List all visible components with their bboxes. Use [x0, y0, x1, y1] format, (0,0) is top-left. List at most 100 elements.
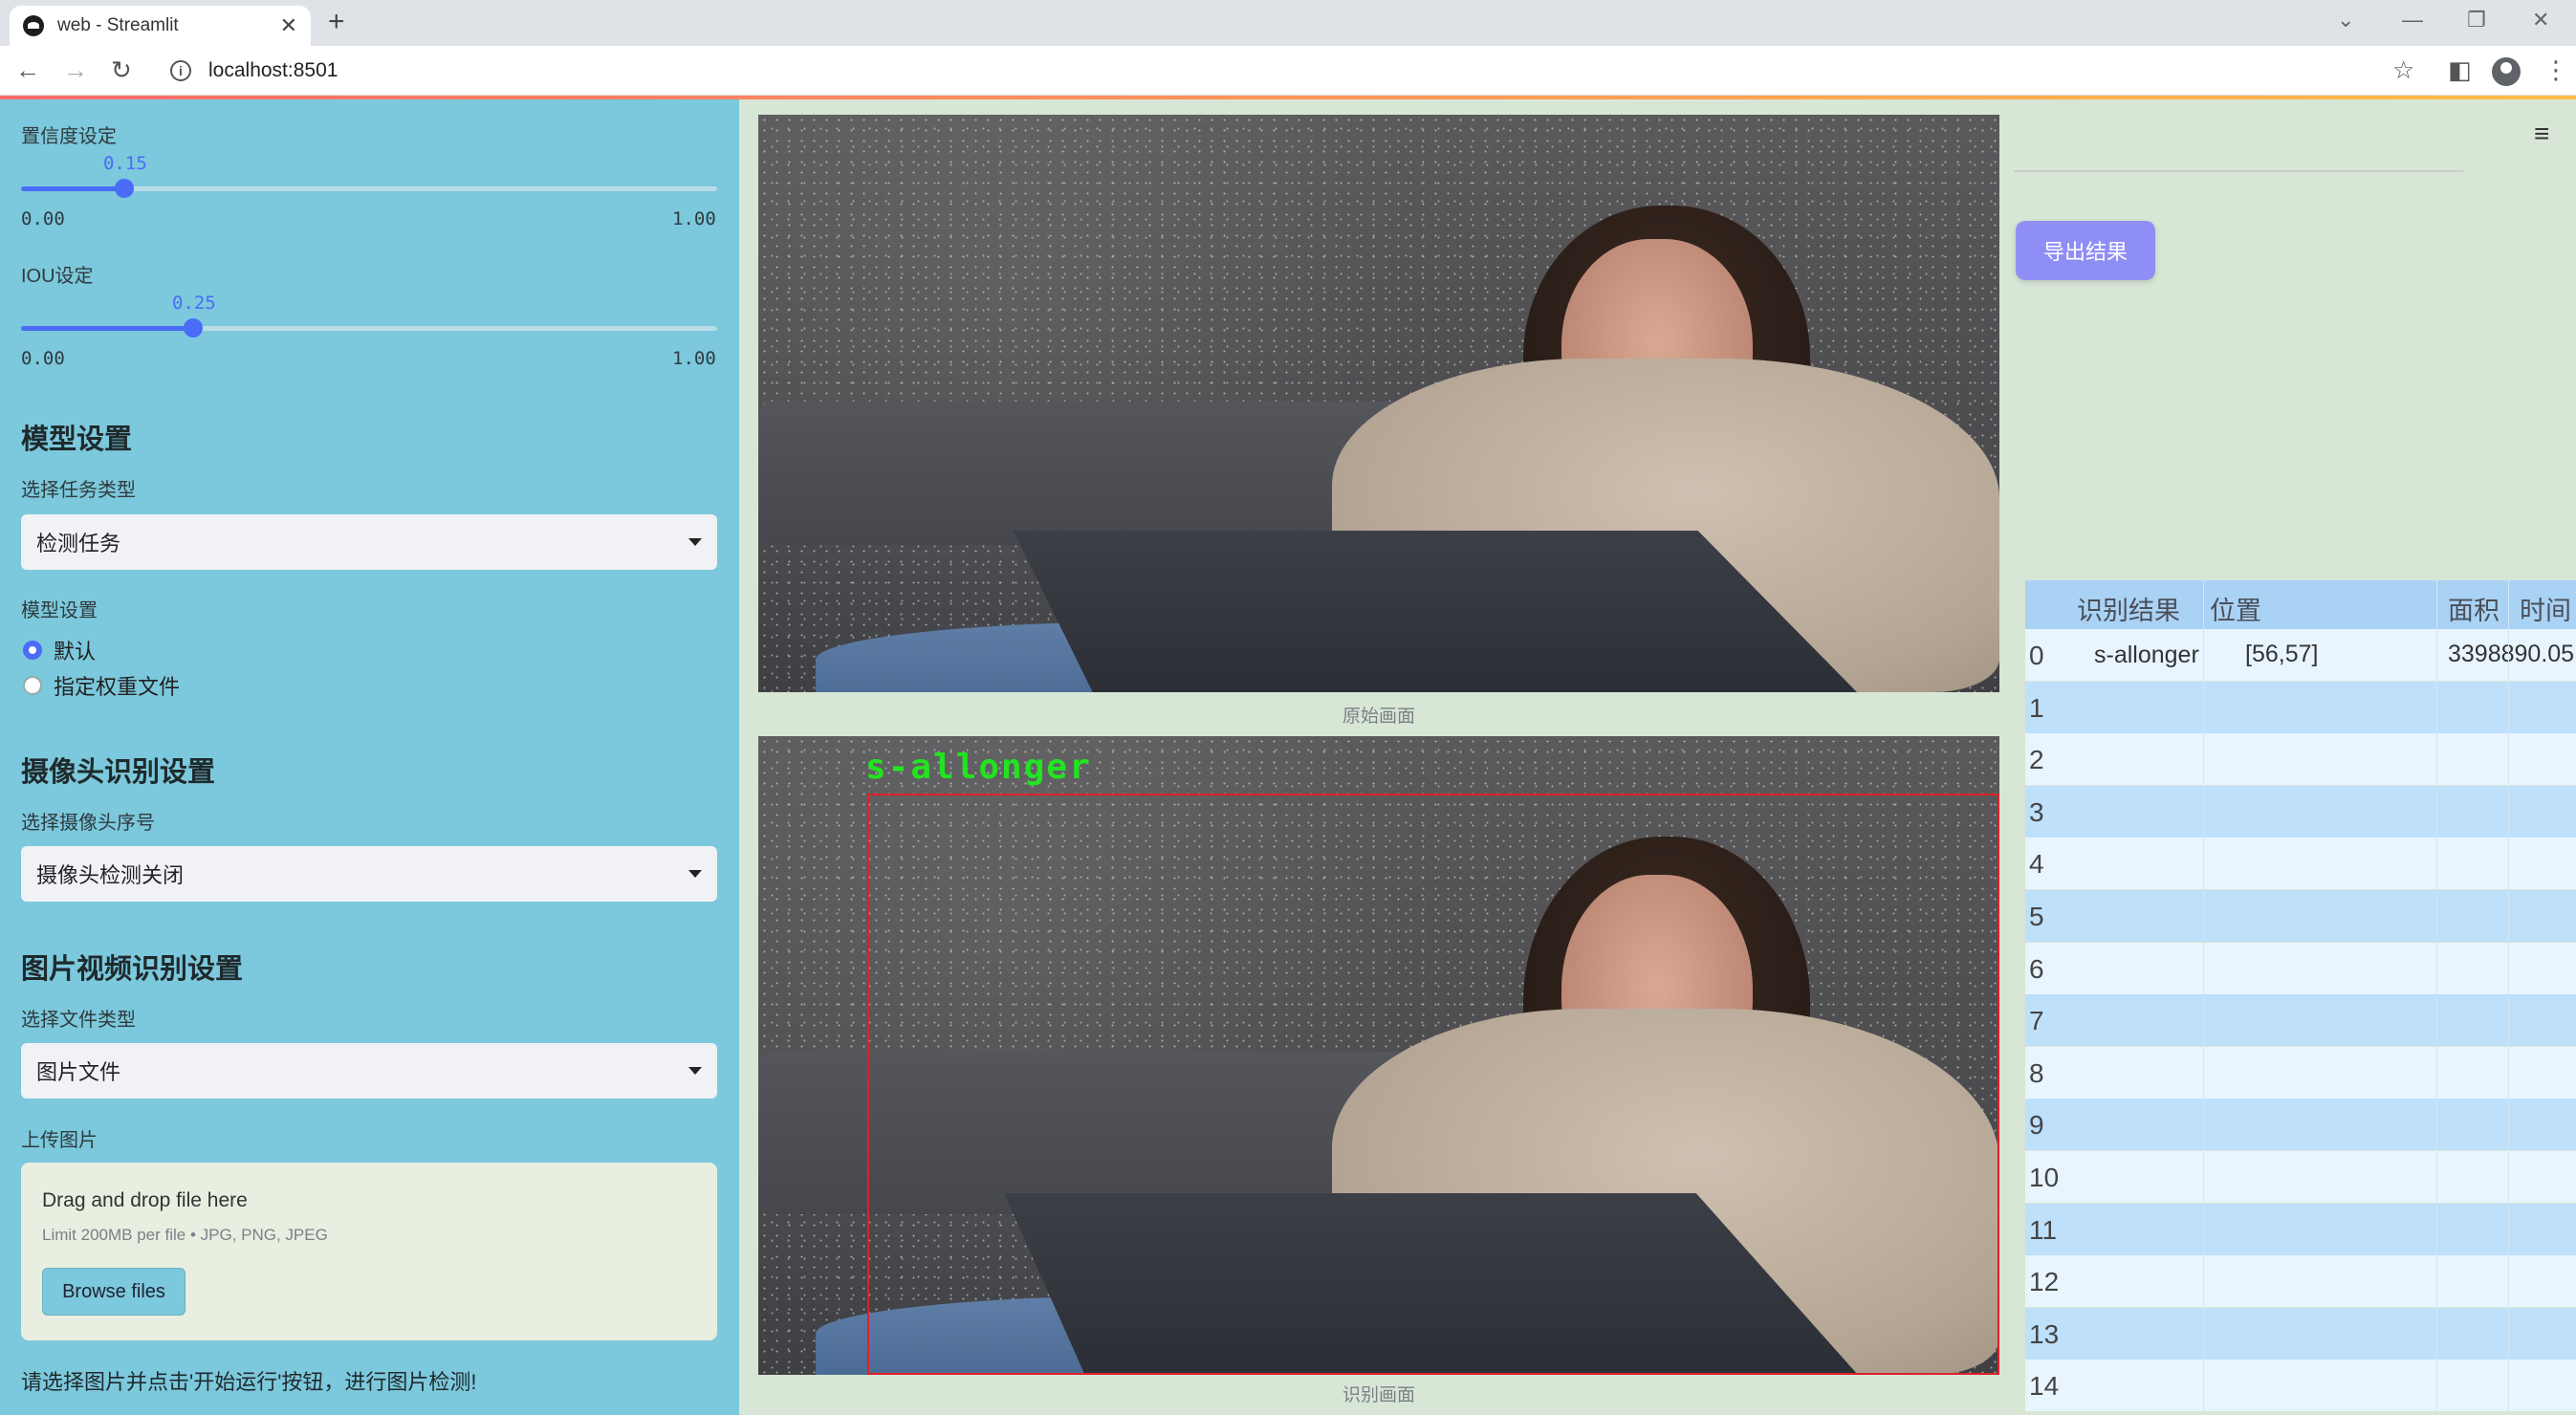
table-row[interactable]: 7: [2025, 994, 2576, 1047]
chevron-down-icon: [688, 870, 702, 878]
iou-slider[interactable]: [21, 318, 717, 337]
iou-slider-thumb[interactable]: [184, 318, 203, 337]
row-index: 2: [2029, 745, 2044, 775]
table-row[interactable]: 1: [2025, 681, 2576, 733]
task-type-select[interactable]: 检测任务: [21, 514, 717, 570]
upload-label: 上传图片: [21, 1130, 98, 1151]
tab-title: web - Streamlit: [57, 15, 179, 35]
original-caption: 原始画面: [1342, 707, 1415, 727]
table-row[interactable]: 4: [2025, 838, 2576, 890]
table-row[interactable]: 12: [2025, 1255, 2576, 1308]
address-bar[interactable]: i localhost:8501: [159, 52, 2425, 90]
sidepanel-icon[interactable]: ◧: [2448, 55, 2472, 85]
chevron-down-icon[interactable]: ⌄: [2337, 8, 2354, 33]
radio-custom-weights-label: 指定权重文件: [54, 675, 181, 699]
forward-arrow-icon[interactable]: →: [63, 55, 88, 85]
row-index: 8: [2029, 1057, 2044, 1088]
upload-limit-text: Limit 200MB per file • JPG, PNG, JPEG: [42, 1226, 328, 1244]
radio-default[interactable]: 默认: [23, 635, 96, 665]
model-settings-label: 模型设置: [21, 600, 98, 621]
detection-box: [867, 794, 1999, 1375]
table-row[interactable]: 8: [2025, 1046, 2576, 1099]
iou-max: 1.00: [672, 348, 716, 369]
table-row[interactable]: 11: [2025, 1203, 2576, 1255]
divider: [2014, 170, 2463, 172]
column-divider: [2436, 580, 2437, 1412]
file-type-value: 图片文件: [36, 1060, 121, 1084]
table-row[interactable]: 0 s-allonger [56,57] 3398890.05: [2025, 629, 2576, 681]
hamburger-menu-icon[interactable]: ≡: [2534, 119, 2549, 149]
camera-index-select[interactable]: 摄像头检测关闭: [21, 846, 717, 902]
minimize-icon[interactable]: —: [2402, 8, 2423, 33]
back-arrow-icon[interactable]: ←: [15, 55, 40, 85]
chevron-down-icon: [688, 538, 702, 546]
cell-result: s-allonger: [2094, 642, 2199, 668]
info-icon[interactable]: i: [170, 60, 191, 81]
table-row[interactable]: 6: [2025, 942, 2576, 994]
radio-button-selected[interactable]: [23, 641, 42, 660]
row-index: 9: [2029, 1110, 2044, 1141]
browse-files-button[interactable]: Browse files: [42, 1268, 186, 1316]
browser-tab[interactable]: web - Streamlit ✕: [10, 6, 311, 46]
table-row[interactable]: 14: [2025, 1360, 2576, 1412]
table-row[interactable]: 9: [2025, 1099, 2576, 1151]
row-index: 13: [2029, 1318, 2060, 1349]
browser-toolbar: ← → ↻ i localhost:8501 ☆ ◧ ⋮: [0, 46, 2576, 96]
task-type-value: 检测任务: [36, 532, 121, 555]
radio-default-label: 默认: [54, 640, 97, 664]
row-index: 10: [2029, 1163, 2060, 1192]
media-settings-header: 图片视频识别设置: [21, 954, 244, 985]
header-position[interactable]: 位置: [2210, 590, 2261, 627]
original-image: [758, 115, 1999, 692]
header-result[interactable]: 识别结果: [2077, 590, 2180, 627]
file-uploader-dropzone[interactable]: Drag and drop file here Limit 200MB per …: [21, 1163, 717, 1340]
header-area[interactable]: 面积: [2448, 590, 2500, 627]
restore-icon[interactable]: ❐: [2467, 8, 2486, 33]
detected-image: s-allonger: [758, 736, 1999, 1375]
reload-icon[interactable]: ↻: [111, 55, 132, 85]
browser-tabbar: web - Streamlit ✕ + ⌄ — ❐ ✕: [0, 0, 2576, 46]
confidence-max: 1.00: [672, 208, 716, 229]
table-header: 识别结果 位置 面积 时间: [2025, 580, 2576, 629]
table-row[interactable]: 10: [2025, 1151, 2576, 1203]
row-index: 6: [2029, 953, 2044, 984]
new-tab-button[interactable]: +: [328, 6, 345, 38]
chevron-down-icon: [688, 1067, 702, 1075]
confidence-slider-fill: [21, 186, 124, 191]
close-icon[interactable]: ✕: [2532, 8, 2549, 33]
upload-drop-text: Drag and drop file here: [42, 1189, 248, 1211]
model-settings-header: 模型设置: [21, 424, 133, 455]
radio-custom-weights[interactable]: 指定权重文件: [23, 670, 180, 701]
confidence-value: 0.15: [103, 153, 147, 174]
iou-slider-fill: [21, 326, 193, 331]
row-index: 11: [2029, 1214, 2058, 1245]
tab-close-icon[interactable]: ✕: [280, 13, 297, 38]
export-results-button[interactable]: 导出结果: [2016, 221, 2155, 280]
iou-min: 0.00: [21, 348, 65, 369]
confidence-slider-thumb[interactable]: [115, 179, 134, 198]
row-index: 14: [2029, 1371, 2060, 1402]
radio-button[interactable]: [23, 676, 42, 695]
sidebar-hint: 请选择图片并点击'开始运行'按钮，进行图片检测!: [21, 1370, 477, 1394]
file-type-select[interactable]: 图片文件: [21, 1043, 717, 1099]
url-text: localhost:8501: [208, 59, 338, 81]
confidence-slider[interactable]: [21, 179, 717, 198]
camera-index-value: 摄像头检测关闭: [36, 863, 185, 887]
header-time[interactable]: 时间: [2520, 590, 2571, 627]
cell-area: 3398890.05: [2448, 641, 2575, 667]
row-index: 1: [2029, 692, 2044, 723]
table-row[interactable]: 13: [2025, 1307, 2576, 1360]
column-divider: [2508, 580, 2509, 1412]
task-type-label: 选择任务类型: [21, 480, 136, 501]
star-icon[interactable]: ☆: [2392, 55, 2414, 85]
iou-value: 0.25: [172, 293, 216, 314]
camera-settings-header: 摄像头识别设置: [21, 757, 216, 788]
detection-label: s-allonger: [865, 748, 1092, 787]
table-row[interactable]: 2: [2025, 733, 2576, 786]
table-row[interactable]: 5: [2025, 890, 2576, 942]
profile-icon[interactable]: [2492, 57, 2521, 86]
row-index: 5: [2029, 902, 2044, 931]
table-row[interactable]: 3: [2025, 785, 2576, 838]
menu-dots-icon[interactable]: ⋮: [2543, 55, 2568, 85]
confidence-label: 置信度设定: [21, 126, 117, 147]
